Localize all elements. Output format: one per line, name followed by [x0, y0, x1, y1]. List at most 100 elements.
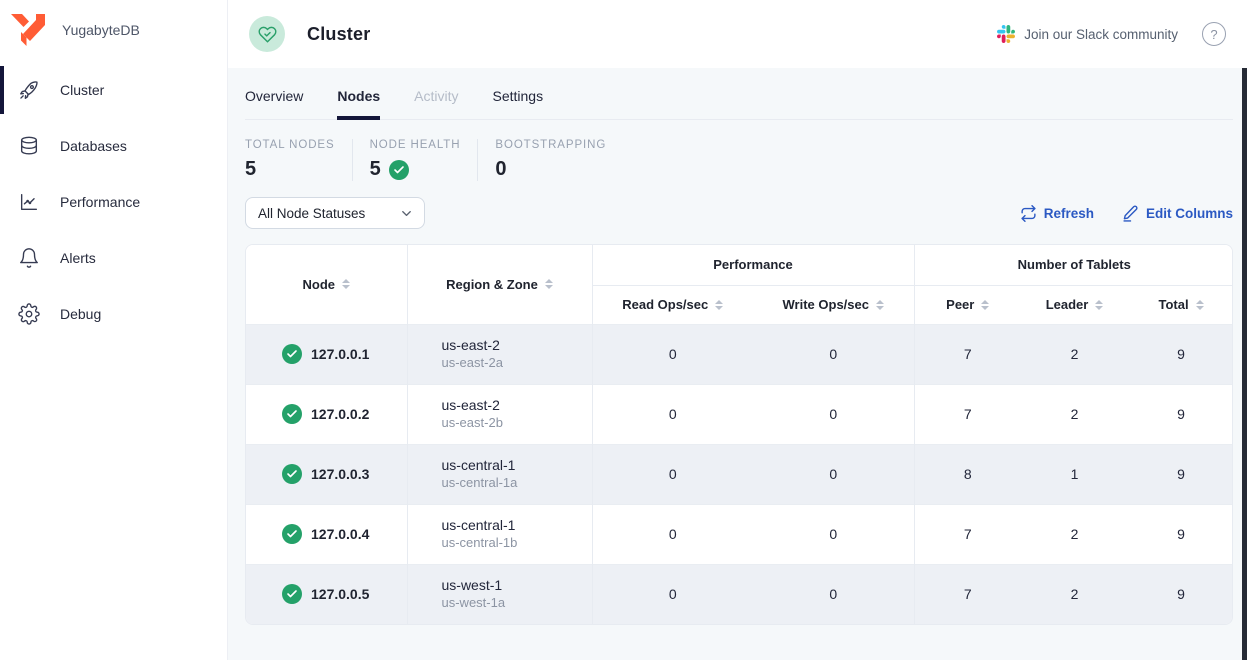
group-header-performance: Performance — [592, 245, 914, 285]
slack-icon — [997, 25, 1015, 43]
stat-value: 0 — [495, 158, 606, 181]
column-header-node[interactable]: Node — [246, 245, 407, 324]
brand: YugabyteDB — [0, 0, 227, 52]
zone-label: us-central-1b — [442, 535, 592, 551]
refresh-icon — [1020, 205, 1037, 222]
region-label: us-east-2 — [442, 337, 592, 353]
sidebar-item-alerts[interactable]: Alerts — [0, 230, 227, 286]
tab-bar: Overview Nodes Activity Settings — [245, 68, 1233, 120]
sidebar-item-performance[interactable]: Performance — [0, 174, 227, 230]
vertical-scrollbar[interactable] — [1242, 68, 1247, 660]
peer-tablets-value: 7 — [914, 564, 1021, 624]
column-header-leader[interactable]: Leader — [1021, 285, 1128, 324]
stat-value: 5 — [245, 158, 335, 181]
help-glyph: ? — [1210, 27, 1217, 42]
column-header-read-ops[interactable]: Read Ops/sec — [592, 285, 753, 324]
node-ip: 127.0.0.1 — [311, 346, 369, 362]
stats-row: TOTAL NODES 5 NODE HEALTH 5 BOOTSTRAPPIN… — [245, 139, 1233, 181]
peer-tablets-value: 8 — [914, 444, 1021, 504]
stat-value: 5 — [370, 158, 461, 181]
page-title: Cluster — [307, 24, 370, 45]
write-ops-value: 0 — [753, 504, 914, 564]
column-header-peer[interactable]: Peer — [914, 285, 1021, 324]
zone-label: us-east-2b — [442, 415, 592, 431]
help-icon[interactable]: ? — [1202, 22, 1226, 46]
sidebar-item-label: Cluster — [60, 82, 104, 98]
gear-icon — [18, 303, 40, 325]
total-tablets-value: 9 — [1128, 564, 1233, 624]
sort-icon — [981, 300, 989, 310]
bell-icon — [18, 247, 40, 269]
write-ops-value: 0 — [753, 444, 914, 504]
stat-label: BOOTSTRAPPING — [495, 139, 606, 151]
node-status-ok-icon — [282, 464, 302, 484]
column-header-region-zone[interactable]: Region & Zone — [407, 245, 592, 324]
region-label: us-east-2 — [442, 397, 592, 413]
edit-columns-button[interactable]: Edit Columns — [1122, 205, 1233, 222]
stat-label: TOTAL NODES — [245, 139, 335, 151]
table-row: 127.0.0.2 us-east-2 us-east-2b 0 0 7 2 9 — [246, 384, 1233, 444]
node-status-ok-icon — [282, 404, 302, 424]
total-tablets-value: 9 — [1128, 384, 1233, 444]
tab-nodes[interactable]: Nodes — [337, 88, 380, 119]
database-icon — [18, 135, 40, 157]
column-label: Read Ops/sec — [622, 297, 708, 312]
stat-total-nodes: TOTAL NODES 5 — [245, 139, 352, 181]
region-label: us-west-1 — [442, 577, 592, 593]
node-status-ok-icon — [282, 524, 302, 544]
total-tablets-value: 9 — [1128, 504, 1233, 564]
leader-tablets-value: 2 — [1021, 504, 1128, 564]
performance-chart-icon — [18, 191, 40, 213]
table-toolbar: All Node Statuses Refresh — [245, 197, 1233, 229]
write-ops-value: 0 — [753, 384, 914, 444]
main-area: Cluster Join our Slack community ? — [228, 0, 1247, 660]
node-status-filter-value: All Node Statuses — [258, 206, 365, 221]
stat-value-number: 5 — [370, 158, 381, 181]
node-status-filter[interactable]: All Node Statuses — [245, 197, 425, 229]
column-label: Write Ops/sec — [783, 297, 869, 312]
leader-tablets-value: 2 — [1021, 324, 1128, 384]
sidebar-item-label: Databases — [60, 138, 127, 154]
refresh-button[interactable]: Refresh — [1020, 205, 1094, 222]
stat-label: NODE HEALTH — [370, 139, 461, 151]
node-ip: 127.0.0.3 — [311, 466, 369, 482]
brand-name: YugabyteDB — [62, 22, 140, 38]
zone-label: us-west-1a — [442, 595, 592, 611]
tab-settings[interactable]: Settings — [493, 88, 544, 119]
pencil-icon — [1122, 205, 1139, 222]
read-ops-value: 0 — [592, 324, 753, 384]
sidebar-item-label: Debug — [60, 306, 101, 322]
read-ops-value: 0 — [592, 504, 753, 564]
sidebar-item-label: Performance — [60, 194, 140, 210]
peer-tablets-value: 7 — [914, 324, 1021, 384]
node-ip: 127.0.0.2 — [311, 406, 369, 422]
sidebar-item-databases[interactable]: Databases — [0, 118, 227, 174]
leader-tablets-value: 2 — [1021, 564, 1128, 624]
tab-activity[interactable]: Activity — [414, 88, 458, 119]
sidebar-item-cluster[interactable]: Cluster — [0, 62, 227, 118]
sidebar-item-debug[interactable]: Debug — [0, 286, 227, 342]
column-header-total[interactable]: Total — [1128, 285, 1233, 324]
column-label: Leader — [1046, 297, 1089, 312]
column-label: Peer — [946, 297, 974, 312]
total-tablets-value: 9 — [1128, 444, 1233, 504]
zone-label: us-central-1a — [442, 475, 592, 491]
stat-bootstrapping: BOOTSTRAPPING 0 — [477, 139, 623, 181]
column-header-write-ops[interactable]: Write Ops/sec — [753, 285, 914, 324]
leader-tablets-value: 2 — [1021, 384, 1128, 444]
table-row: 127.0.0.3 us-central-1 us-central-1a 0 0… — [246, 444, 1233, 504]
peer-tablets-value: 7 — [914, 384, 1021, 444]
tab-overview[interactable]: Overview — [245, 88, 303, 119]
slack-community-link[interactable]: Join our Slack community — [997, 25, 1178, 43]
slack-link-label: Join our Slack community — [1024, 27, 1178, 42]
sidebar-item-label: Alerts — [60, 250, 96, 266]
table-row: 127.0.0.5 us-west-1 us-west-1a 0 0 7 2 9 — [246, 564, 1233, 624]
table-row: 127.0.0.1 us-east-2 us-east-2a 0 0 7 2 9 — [246, 324, 1233, 384]
sort-icon — [545, 279, 553, 289]
edit-columns-label: Edit Columns — [1146, 206, 1233, 221]
table-row: 127.0.0.4 us-central-1 us-central-1b 0 0… — [246, 504, 1233, 564]
write-ops-value: 0 — [753, 324, 914, 384]
sidebar: YugabyteDB Cluster Databases — [0, 0, 228, 660]
region-label: us-central-1 — [442, 517, 592, 533]
node-status-ok-icon — [282, 344, 302, 364]
